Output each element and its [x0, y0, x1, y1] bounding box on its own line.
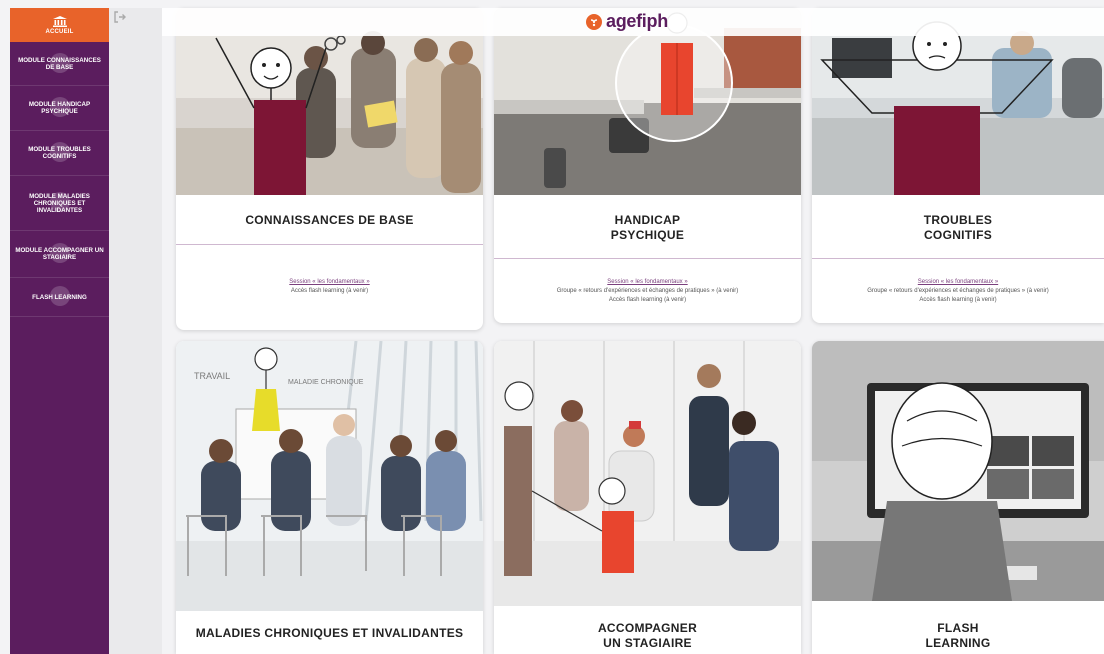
card-note: Groupe « retours d'expériences et échang…	[867, 288, 1049, 294]
card-links: Session « les fondamentaux » Groupe « re…	[494, 278, 801, 305]
top-bar: agefiph	[162, 8, 1104, 36]
card-image	[812, 8, 1104, 195]
sidebar: ACCUEIL MODULE CONNAISSANCES DE BASE MOD…	[10, 8, 109, 654]
card-title: MALADIES CHRONIQUES ET INVALIDANTES	[195, 626, 464, 640]
card-title: TROUBLES COGNITIFS	[812, 213, 1104, 243]
module-card-troubles[interactable]: TROUBLES COGNITIFS Session « les fondame…	[812, 8, 1104, 323]
card-title-line2: UN STAGIAIRE	[603, 636, 692, 650]
sidebar-item-troubles[interactable]: MODULE TROUBLES COGNITIFS	[10, 131, 109, 176]
module-card-handicap[interactable]: HANDICAP PSYCHIQUE Session « les fondame…	[494, 8, 801, 323]
card-title: HANDICAP PSYCHIQUE	[494, 213, 801, 243]
card-image: TRAVAIL MALADIE CHRONIQUE	[176, 341, 483, 611]
logo-text: agefiph	[606, 11, 668, 31]
session-link[interactable]: Session « les fondamentaux »	[607, 279, 687, 285]
module-card-flash[interactable]: FLASH LEARNING	[812, 341, 1104, 654]
home-label: ACCUEIL	[45, 28, 74, 35]
agefiph-logo[interactable]: agefiph	[586, 11, 668, 32]
scribble-label-travail: TRAVAIL	[194, 371, 230, 381]
card-title-line1: TROUBLES	[923, 213, 993, 227]
card-title: ACCOMPAGNER UN STAGIAIRE	[494, 621, 801, 651]
card-links: Session « les fondamentaux » Accès flash…	[176, 278, 483, 296]
module-card-accompagner[interactable]: ACCOMPAGNER UN STAGIAIRE	[494, 341, 801, 654]
sidebar-item-label: MODULE MALADIES CHRONIQUES ET INVALIDANT…	[29, 192, 90, 214]
card-image	[176, 8, 483, 195]
sidebar-item-handicap[interactable]: MODULE HANDICAP PSYCHIQUE	[10, 86, 109, 131]
sidebar-item-label: MODULE CONNAISSANCES DE BASE	[18, 56, 101, 71]
card-title-line2: LEARNING	[925, 636, 991, 650]
card-note: Accès flash learning (à venir)	[290, 288, 369, 294]
sidebar-item-label: MODULE TROUBLES COGNITIFS	[28, 146, 91, 160]
sidebar-item-connaissances[interactable]: MODULE CONNAISSANCES DE BASE	[10, 42, 109, 86]
card-title-line1: HANDICAP	[614, 213, 681, 227]
card-note: Accès flash learning (à venir)	[919, 297, 997, 303]
card-title-line2: COGNITIFS	[923, 228, 993, 242]
card-note: Accès flash learning (à venir)	[608, 297, 687, 303]
sidebar-gutter	[109, 8, 162, 654]
divider	[812, 258, 1104, 259]
card-image	[812, 341, 1104, 601]
card-links: Session « les fondamentaux » Groupe « re…	[812, 278, 1104, 305]
module-card-maladies[interactable]: TRAVAIL MALADIE CHRONIQUE MALADIES CHRON…	[176, 341, 483, 654]
card-image	[494, 8, 801, 195]
session-link[interactable]: Session « les fondamentaux »	[289, 279, 369, 285]
sidebar-item-label: FLASH LEARNING	[32, 293, 87, 301]
scribble-label-maladie: MALADIE CHRONIQUE	[288, 379, 364, 386]
module-card-connaissances[interactable]: CONNAISSANCES DE BASE Session « les fond…	[176, 8, 483, 330]
home-button[interactable]: ACCUEIL	[10, 8, 109, 42]
sidebar-item-accompagner[interactable]: MODULE ACCOMPAGNER UN STAGIAIRE	[10, 231, 109, 278]
card-note: Groupe « retours d'expériences et échang…	[556, 288, 739, 294]
card-title-line2: PSYCHIQUE	[610, 228, 685, 242]
card-title-line1: FLASH	[937, 621, 979, 635]
divider	[494, 258, 801, 259]
card-image	[494, 341, 801, 606]
session-link[interactable]: Session « les fondamentaux »	[918, 279, 998, 285]
sidebar-item-flash[interactable]: FLASH LEARNING	[10, 278, 109, 317]
card-title: CONNAISSANCES DE BASE	[245, 213, 414, 227]
sidebar-item-label: MODULE ACCOMPAGNER UN STAGIAIRE	[15, 247, 104, 261]
sidebar-item-maladies[interactable]: MODULE MALADIES CHRONIQUES ET INVALIDANT…	[10, 176, 109, 231]
card-title-line1: ACCOMPAGNER	[597, 621, 698, 635]
divider	[176, 244, 483, 245]
logo-mark-icon	[586, 13, 602, 30]
institution-icon	[52, 15, 67, 27]
card-title: FLASH LEARNING	[812, 621, 1104, 651]
logout-icon[interactable]	[112, 10, 128, 26]
sidebar-item-label: MODULE HANDICAP PSYCHIQUE	[28, 101, 91, 115]
